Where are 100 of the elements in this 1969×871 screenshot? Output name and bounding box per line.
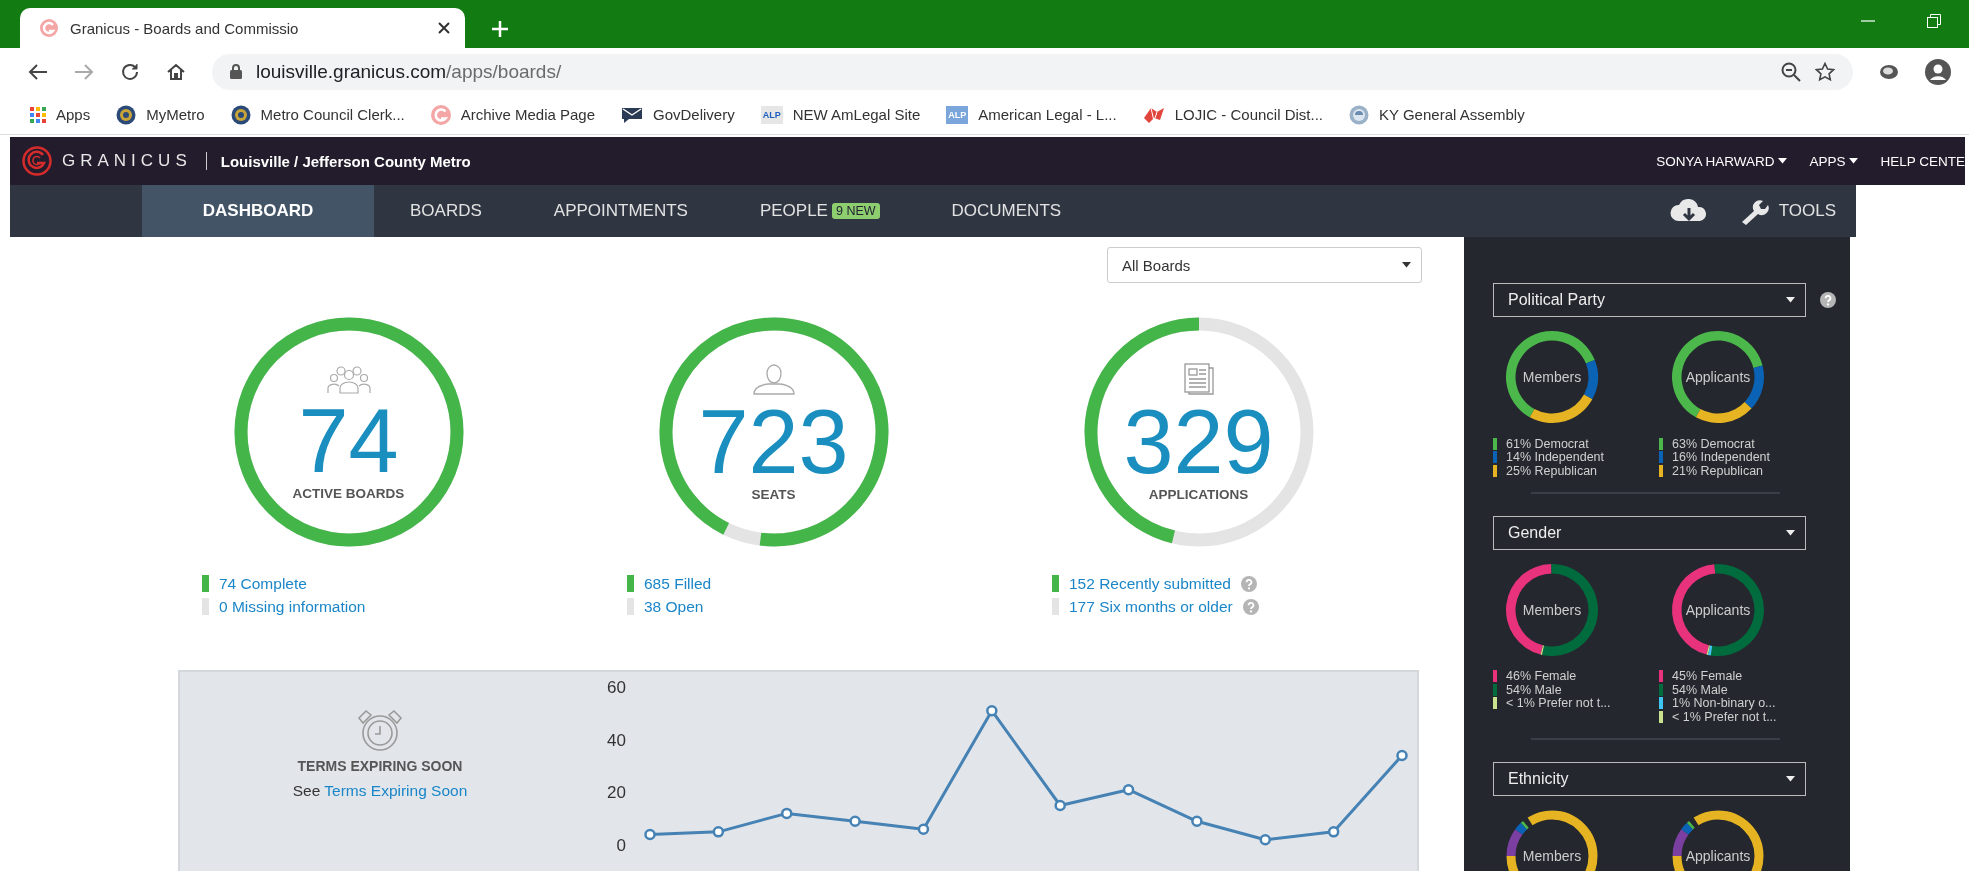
stat-link[interactable]: 0 Missing information — [219, 597, 366, 616]
grid-icon — [30, 106, 46, 123]
data-point — [712, 826, 725, 838]
envelope-icon — [621, 105, 643, 124]
legend-label: 25% Republican — [1506, 463, 1598, 478]
star-icon[interactable] — [1815, 61, 1835, 82]
stat-link[interactable]: 38 Open — [644, 597, 704, 616]
map-icon — [1142, 105, 1165, 124]
help-icon[interactable] — [1820, 292, 1836, 308]
bookmark[interactable]: ALP American Legal - L... — [946, 105, 1117, 124]
browser-tab[interactable]: Granicus - Boards and Commissio — [20, 8, 465, 48]
person-icon — [751, 362, 796, 395]
url-text: louisville.granicus.com/apps/boards/ — [256, 60, 562, 83]
restore-icon[interactable] — [1927, 14, 1941, 28]
caret-icon — [1786, 529, 1795, 536]
g-logo-icon — [430, 104, 451, 125]
new-tab-icon[interactable] — [491, 20, 509, 38]
seal-icon — [230, 104, 251, 125]
alarm-clock-icon — [355, 708, 405, 752]
legend-label: 54% Male — [1506, 682, 1562, 697]
people-group-icon — [326, 363, 371, 394]
y-tick-label: 20 — [607, 783, 626, 803]
home-icon[interactable] — [166, 61, 186, 82]
stat-link[interactable]: 74 Complete — [219, 574, 307, 593]
donut-center-label: Members — [1522, 847, 1582, 864]
profile-icon[interactable] — [1925, 58, 1951, 85]
legend-label: 63% Democrat — [1672, 436, 1755, 451]
bookmark[interactable]: MyMetro — [116, 104, 205, 125]
stat-label: SEATS — [751, 486, 796, 502]
legend-label: 14% Independent — [1506, 450, 1604, 465]
data-point — [1054, 799, 1066, 812]
nav-tab[interactable]: PEOPLE 9 NEW — [723, 185, 916, 237]
stat-link[interactable]: 152 Recently submitted — [1069, 574, 1231, 593]
section-title: TERMS EXPIRING SOON — [297, 758, 463, 774]
globe-icon — [1349, 104, 1370, 125]
zoom-out-icon[interactable] — [1781, 61, 1801, 82]
donut-center-label: Applicants — [1685, 601, 1751, 618]
nav-tab[interactable]: DOCUMENTS — [915, 185, 1098, 237]
legend-label: 45% Female — [1672, 669, 1743, 684]
legend-label: 21% Republican — [1672, 463, 1764, 478]
address-field[interactable]: louisville.granicus.com/apps/boards/ — [212, 53, 1853, 90]
new-count-badge: 9 NEW — [831, 203, 880, 219]
legend-label: 1% Non-binary o... — [1672, 696, 1776, 711]
nav-tab[interactable]: APPOINTMENTS — [517, 185, 724, 237]
lock-icon — [230, 64, 242, 79]
data-point — [1122, 783, 1135, 796]
close-icon[interactable] — [437, 21, 451, 35]
bookmark[interactable]: KY General Assembly — [1349, 104, 1525, 125]
brand-name: GRANICUS — [62, 151, 192, 171]
reload-icon[interactable] — [120, 61, 140, 82]
document-icon — [1183, 362, 1214, 395]
donut-center-label: Members — [1522, 369, 1582, 385]
nav-tab[interactable]: DASHBOARD — [142, 185, 374, 237]
organization-name: Louisville / Jefferson County Metro — [220, 152, 471, 170]
data-point — [644, 828, 656, 841]
donut-center-label: Applicants — [1685, 847, 1751, 864]
caret-icon — [1786, 297, 1795, 303]
back-icon[interactable] — [28, 62, 48, 81]
legend-label: 61% Democrat — [1506, 436, 1589, 451]
data-point — [1259, 834, 1271, 846]
caret-icon — [1786, 775, 1795, 782]
y-tick-label: 40 — [607, 730, 626, 750]
g-logo-icon — [22, 146, 52, 176]
bookmark[interactable]: Metro Council Clerk... — [230, 104, 405, 125]
bookmark[interactable]: ALP NEW AmLegal Site — [760, 105, 921, 124]
caret-icon — [1402, 262, 1411, 268]
favicon-label: ALP — [946, 105, 969, 124]
category-dropdown[interactable]: Gender — [1493, 515, 1806, 550]
legend-label: < 1% Prefer not t... — [1506, 696, 1611, 711]
tools-menu[interactable]: TOOLS — [1738, 197, 1836, 225]
stat-label: ACTIVE BOARDS — [292, 485, 405, 501]
category-dropdown[interactable]: Political Party — [1493, 283, 1806, 317]
bookmark[interactable]: GovDelivery — [621, 105, 735, 124]
legend-label: 46% Female — [1506, 669, 1577, 684]
bookmark[interactable]: Archive Media Page — [430, 104, 595, 125]
stat-label: APPLICATIONS — [1148, 486, 1249, 502]
data-point — [781, 807, 793, 820]
nav-tab[interactable]: BOARDS — [374, 185, 518, 237]
y-tick-label: 60 — [607, 678, 626, 697]
data-point — [849, 815, 861, 828]
favicon-label: ALP — [760, 105, 783, 124]
legend-label: 54% Male — [1672, 682, 1728, 697]
header-menu[interactable]: APPS — [1809, 153, 1859, 169]
stat-value: 74 — [298, 397, 399, 484]
category-dropdown[interactable]: Ethnicity — [1493, 761, 1806, 796]
stat-link[interactable]: 177 Six months or older — [1069, 597, 1233, 616]
board-filter-dropdown[interactable]: All Boards — [1107, 247, 1422, 283]
stat-link[interactable]: 685 Filled — [644, 574, 712, 593]
data-point — [1396, 749, 1408, 762]
bookmark[interactable]: Apps — [30, 106, 91, 123]
terms-link-sentence: See Terms Expiring Soon — [292, 782, 468, 800]
y-tick-label: 0 — [616, 836, 626, 855]
header-menu[interactable]: HELP CENTE — [1880, 153, 1965, 169]
header-menu[interactable]: SONYA HARWARD — [1656, 153, 1788, 169]
g-logo-icon — [40, 19, 58, 37]
tab-title: Granicus - Boards and Commissio — [70, 19, 300, 37]
donut-center-label: Applicants — [1685, 369, 1751, 385]
bookmark[interactable]: LOJIC - Council Dist... — [1142, 105, 1324, 124]
seal-icon — [116, 104, 137, 125]
legend-label: < 1% Prefer not t... — [1672, 709, 1777, 724]
